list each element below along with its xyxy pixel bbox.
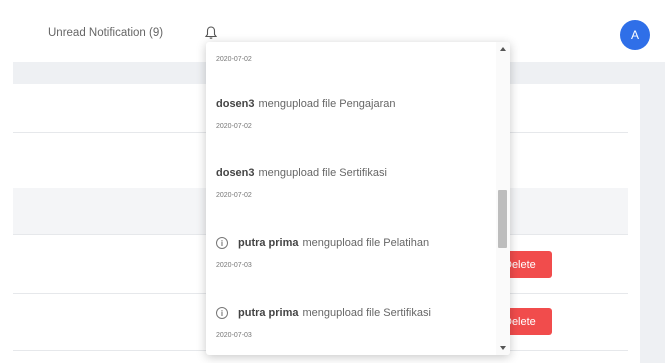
notification-date: 2020-07-03	[216, 262, 252, 269]
notification-date: 2020-07-02	[216, 56, 252, 63]
user-avatar[interactable]: A	[620, 20, 650, 50]
notification-user: dosen3	[216, 98, 255, 110]
notification-item[interactable]: i putra prima mengupload file Sertifikas…	[216, 307, 492, 339]
info-icon: i	[216, 237, 228, 249]
scroll-thumb[interactable]	[498, 190, 507, 248]
notification-user: putra prima	[238, 307, 299, 319]
notification-item[interactable]: 2020-07-02	[216, 56, 492, 63]
notification-date: 2020-07-02	[216, 192, 252, 199]
notification-date: 2020-07-03	[216, 332, 252, 339]
notification-action: mengupload file Pengajaran	[258, 98, 396, 110]
scroll-down-arrow-icon[interactable]	[500, 346, 506, 350]
notification-item[interactable]: dosen3 mengupload file Pengajaran 2020-0…	[216, 98, 492, 130]
notification-date: 2020-07-02	[216, 123, 252, 130]
page-side-strip	[640, 84, 665, 363]
notification-action: mengupload file Sertifikasi	[258, 167, 387, 179]
notification-item[interactable]: i putra prima mengupload file Pelatihan …	[216, 237, 492, 269]
scroll-up-arrow-icon[interactable]	[500, 47, 506, 51]
avatar-initial: A	[630, 28, 639, 42]
dropdown-scrollbar[interactable]	[496, 42, 510, 355]
notification-user: dosen3	[216, 167, 255, 179]
info-icon: i	[216, 307, 228, 319]
notification-action: mengupload file Pelatihan	[302, 237, 430, 249]
notification-user: putra prima	[238, 237, 299, 249]
unread-notification-link[interactable]: Unread Notification (9)	[48, 27, 163, 39]
bell-icon[interactable]	[204, 25, 218, 41]
notification-action: mengupload file Sertifikasi	[302, 307, 431, 319]
notification-dropdown[interactable]: 2020-07-02 dosen3 mengupload file Pengaj…	[206, 42, 510, 355]
notification-item[interactable]: dosen3 mengupload file Sertifikasi 2020-…	[216, 167, 492, 199]
